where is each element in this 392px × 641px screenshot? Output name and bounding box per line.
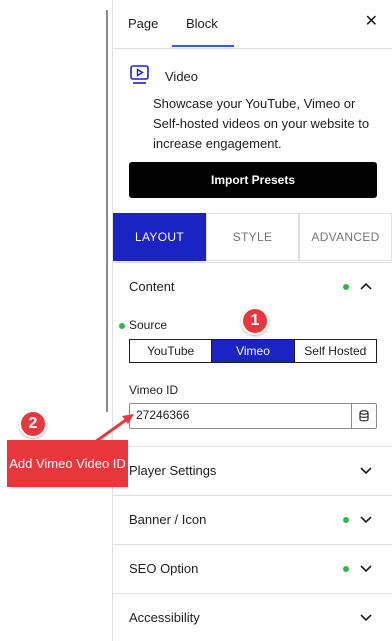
annotation-arrow [87,414,134,449]
panel-tabs: LAYOUT STYLE ADVANCED [113,213,392,261]
editor-canvas-edge [106,10,108,412]
chevron-down-icon [360,565,372,573]
status-dot [119,323,125,329]
active-tab-indicator [172,45,234,47]
sidebar-tabs: Page Block ✕ [113,0,392,49]
vimeo-id-input[interactable] [136,408,346,422]
step-1-badge: 1 [241,307,269,335]
tab-style[interactable]: STYLE [206,213,299,261]
source-selector: YouTube Vimeo Self Hosted [129,339,377,363]
source-label: Source [129,318,168,332]
content-section-toggle[interactable]: Content [113,262,392,310]
tab-layout[interactable]: LAYOUT [113,213,206,261]
source-self-hosted-button[interactable]: Self Hosted [295,340,376,362]
vimeo-id-label: Vimeo ID [129,383,179,397]
section-title: Content [129,279,175,294]
step-2-badge: 2 [19,410,47,438]
tab-advanced[interactable]: ADVANCED [299,213,392,261]
close-icon[interactable]: ✕ [365,14,378,30]
banner-icon-section-toggle[interactable]: Banner / Icon [113,495,392,543]
chevron-down-icon [360,467,372,475]
status-dot [343,566,349,572]
accessibility-section-toggle[interactable]: Accessibility [113,593,392,641]
status-dot [343,517,349,523]
vimeo-id-field [129,403,377,429]
section-title: Player Settings [129,463,217,478]
block-description: Showcase your YouTube, Vimeo or Self-hos… [153,96,370,151]
import-presets-button[interactable]: Import Presets [129,162,377,198]
section-title: Accessibility [129,610,200,625]
block-title: Video [165,69,199,84]
source-youtube-button[interactable]: YouTube [130,340,211,362]
database-icon [359,410,369,422]
dynamic-data-button[interactable] [351,404,376,428]
section-title: Banner / Icon [129,512,207,527]
tab-page[interactable]: Page [128,16,158,31]
tab-block[interactable]: Block [186,16,218,31]
section-title: SEO Option [129,561,199,576]
chevron-down-icon [360,614,372,622]
source-vimeo-button[interactable]: Vimeo [211,340,295,362]
seo-option-section-toggle[interactable]: SEO Option [113,544,392,592]
chevron-down-icon [360,516,372,524]
chevron-up-icon [360,282,372,290]
video-icon [130,65,149,84]
status-dot [343,284,349,290]
player-settings-section-toggle[interactable]: Player Settings [113,446,392,494]
